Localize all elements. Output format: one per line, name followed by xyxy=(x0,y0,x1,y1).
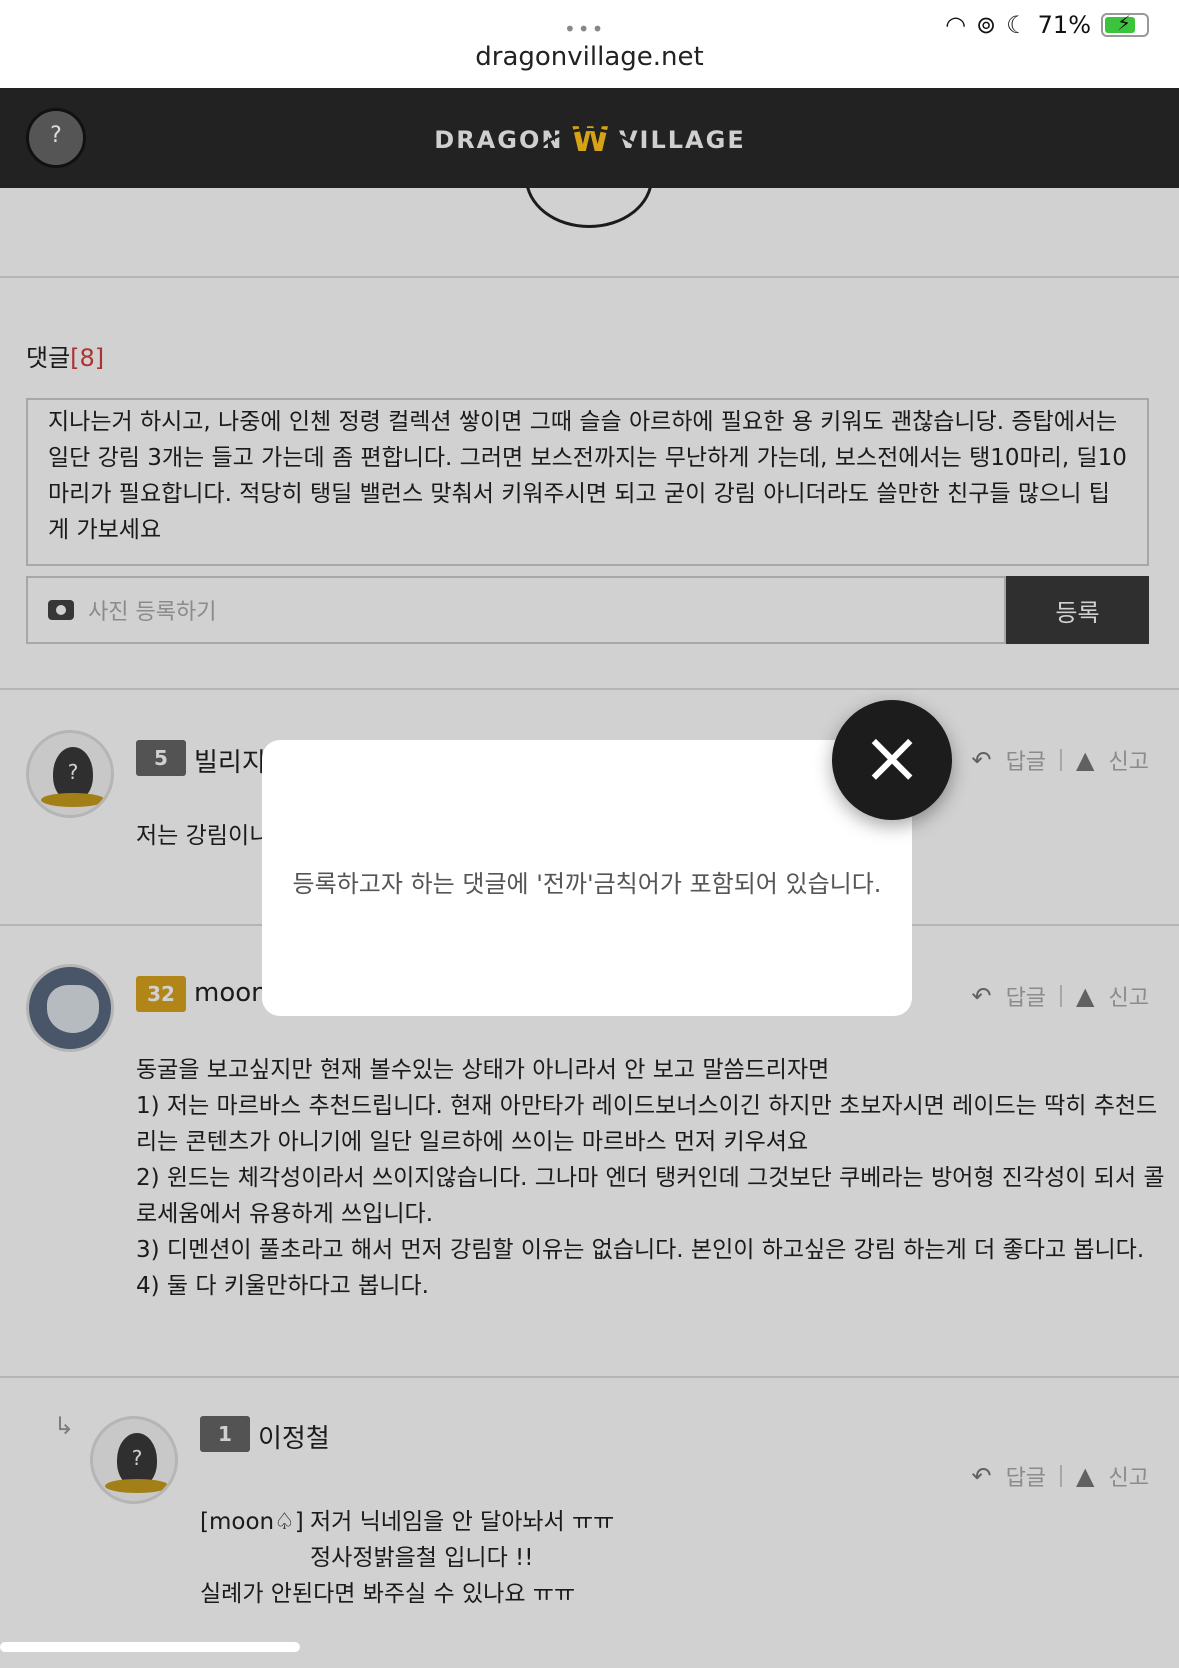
status-bar: ••• dragonvillage.net ◠ ⊚ ☾ 71% ⚡ xyxy=(0,0,1179,88)
battery-icon: ⚡ xyxy=(1101,11,1149,37)
browser-menu-dots[interactable]: ••• xyxy=(564,17,605,41)
wifi-icon: ◠ xyxy=(945,11,967,39)
rotation-lock-icon: ⊚ xyxy=(976,11,997,39)
profile-avatar[interactable]: ? xyxy=(26,108,86,168)
modal-message: 등록하고자 하는 댓글에 '전까'금칙어가 포함되어 있습니다. xyxy=(292,870,882,898)
modal-close-button[interactable]: × xyxy=(832,700,952,820)
alert-modal: 등록하고자 하는 댓글에 '전까'금칙어가 포함되어 있습니다. xyxy=(262,740,912,1016)
address-bar[interactable]: dragonvillage.net xyxy=(0,42,1179,72)
home-indicator xyxy=(0,1642,300,1652)
battery-percent: 71% xyxy=(1037,11,1091,39)
moon-icon: ☾ xyxy=(1006,11,1028,39)
system-indicators: ◠ ⊚ ☾ 71% ⚡ xyxy=(945,10,1149,40)
close-icon: × xyxy=(861,715,923,799)
